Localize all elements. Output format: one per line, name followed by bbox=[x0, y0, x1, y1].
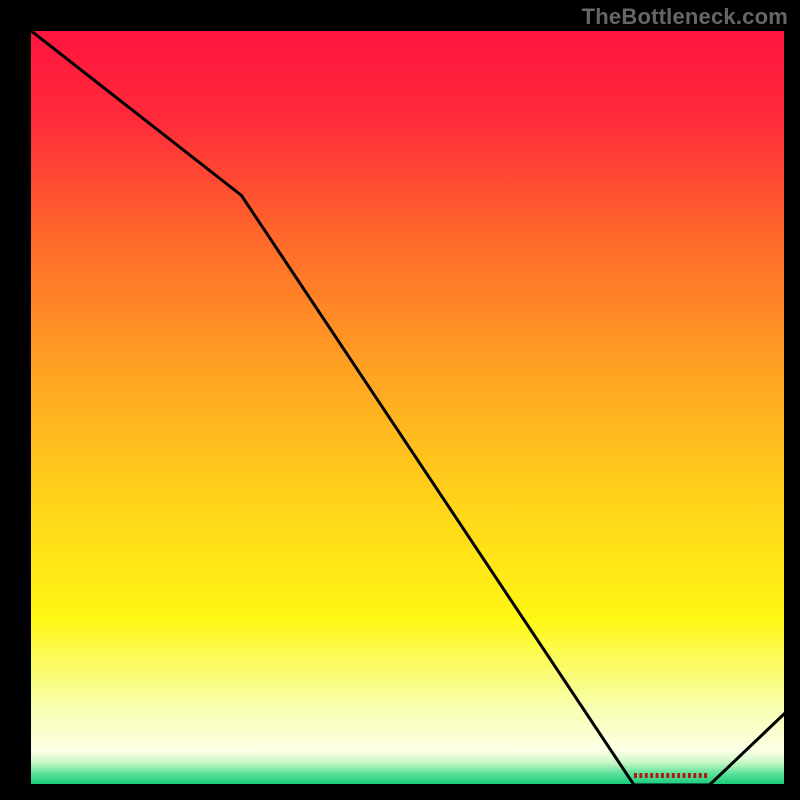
plot-background bbox=[30, 30, 785, 785]
chart-container: TheBottleneck.com bbox=[0, 0, 800, 800]
bottleneck-chart bbox=[0, 0, 800, 800]
